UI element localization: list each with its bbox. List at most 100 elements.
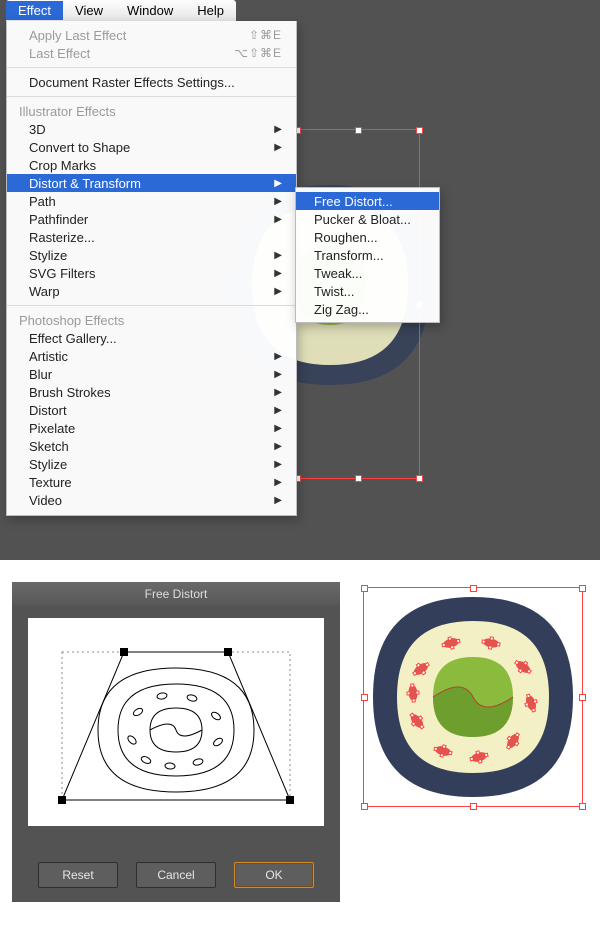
submenu-pucker-bloat[interactable]: Pucker & Bloat... [296, 210, 439, 228]
effect-menu: Apply Last Effect ⇧⌘E Last Effect ⌥⇧⌘E D… [6, 21, 297, 516]
submenu-free-distort[interactable]: Free Distort... [296, 192, 439, 210]
menu-brush-strokes[interactable]: Brush Strokes ▶ [7, 383, 296, 401]
menu-pathfinder[interactable]: Pathfinder ▶ [7, 210, 296, 228]
submenu-arrow-icon: ▶ [274, 268, 282, 279]
submenu-arrow-icon: ▶ [274, 459, 282, 470]
menu-pixelate[interactable]: Pixelate ▶ [7, 419, 296, 437]
menu-separator [7, 305, 296, 306]
menu-svg-filters[interactable]: SVG Filters ▶ [7, 264, 296, 282]
submenu-twist[interactable]: Twist... [296, 282, 439, 300]
menu-label: Pathfinder [29, 212, 88, 227]
menu-label: Sketch [29, 439, 69, 454]
menu-label: Zig Zag... [314, 302, 369, 317]
menu-video[interactable]: Video ▶ [7, 491, 296, 509]
menu-rasterize[interactable]: Rasterize... [7, 228, 296, 246]
menu-label: Effect Gallery... [29, 331, 117, 346]
menu-label: Last Effect [29, 46, 90, 61]
submenu-arrow-icon: ▶ [274, 477, 282, 488]
menu-section-photoshop: Photoshop Effects [7, 311, 296, 329]
menu-label: Video [29, 493, 62, 508]
menubar-item-window[interactable]: Window [115, 1, 185, 20]
submenu-transform[interactable]: Transform... [296, 246, 439, 264]
menu-distort[interactable]: Distort ▶ [7, 401, 296, 419]
menubar-item-effect[interactable]: Effect [6, 1, 63, 20]
submenu-arrow-icon: ▶ [274, 214, 282, 225]
menu-artistic[interactable]: Artistic ▶ [7, 347, 296, 365]
menubar-item-view[interactable]: View [63, 1, 115, 20]
menubar: Effect View Window Help [6, 0, 236, 21]
submenu-arrow-icon: ▶ [274, 405, 282, 416]
menu-doc-raster-settings[interactable]: Document Raster Effects Settings... [7, 73, 296, 91]
menu-label: Tweak... [314, 266, 362, 281]
menu-label: Blur [29, 367, 52, 382]
submenu-zigzag[interactable]: Zig Zag... [296, 300, 439, 318]
submenu-arrow-icon: ▶ [274, 387, 282, 398]
menu-convert-to-shape[interactable]: Convert to Shape ▶ [7, 138, 296, 156]
menu-3d[interactable]: 3D ▶ [7, 120, 296, 138]
dialog-title: Free Distort [12, 582, 340, 606]
free-distort-dialog: Free Distort [12, 582, 340, 902]
menu-distort-transform[interactable]: Distort & Transform ▶ [7, 174, 296, 192]
menu-texture[interactable]: Texture ▶ [7, 473, 296, 491]
menu-label: Artistic [29, 349, 68, 364]
distort-transform-submenu: Free Distort... Pucker & Bloat... Roughe… [295, 187, 440, 323]
shortcut: ⌥⇧⌘E [234, 46, 282, 60]
submenu-arrow-icon: ▶ [274, 286, 282, 297]
menu-label: Free Distort... [314, 194, 393, 209]
menubar-item-help[interactable]: Help [185, 1, 236, 20]
menu-label: Convert to Shape [29, 140, 130, 155]
menu-label: 3D [29, 122, 46, 137]
submenu-tweak[interactable]: Tweak... [296, 264, 439, 282]
menu-last-effect[interactable]: Last Effect ⌥⇧⌘E [7, 44, 296, 62]
shortcut: ⇧⌘E [249, 28, 282, 42]
menu-sketch[interactable]: Sketch ▶ [7, 437, 296, 455]
menu-label: Rasterize... [29, 230, 95, 245]
menu-apply-last-effect[interactable]: Apply Last Effect ⇧⌘E [7, 26, 296, 44]
menu-label: Warp [29, 284, 60, 299]
menu-label: Brush Strokes [29, 385, 111, 400]
menu-path[interactable]: Path ▶ [7, 192, 296, 210]
menu-blur[interactable]: Blur ▶ [7, 365, 296, 383]
menu-label: Path [29, 194, 56, 209]
menu-label: Distort & Transform [29, 176, 141, 191]
menu-label: SVG Filters [29, 266, 95, 281]
submenu-arrow-icon: ▶ [274, 178, 282, 189]
submenu-arrow-icon: ▶ [274, 351, 282, 362]
menu-label: Pixelate [29, 421, 75, 436]
submenu-arrow-icon: ▶ [274, 441, 282, 452]
submenu-arrow-icon: ▶ [274, 196, 282, 207]
menu-warp[interactable]: Warp ▶ [7, 282, 296, 300]
menu-label: Transform... [314, 248, 384, 263]
dialog-preview-canvas[interactable] [28, 618, 324, 826]
reset-button[interactable]: Reset [38, 862, 118, 888]
menu-label: Distort [29, 403, 67, 418]
menu-stylize-ps[interactable]: Stylize ▶ [7, 455, 296, 473]
ok-button[interactable]: OK [234, 862, 314, 888]
submenu-arrow-icon: ▶ [274, 250, 282, 261]
submenu-arrow-icon: ▶ [274, 124, 282, 135]
menu-label: Texture [29, 475, 72, 490]
menu-label: Apply Last Effect [29, 28, 126, 43]
menu-label: Pucker & Bloat... [314, 212, 411, 227]
canvas-dark-bg: Effect View Window Help Apply Last Effec… [0, 0, 600, 560]
submenu-arrow-icon: ▶ [274, 423, 282, 434]
dialog-buttons: Reset Cancel OK [12, 862, 340, 888]
menu-effect-gallery[interactable]: Effect Gallery... [7, 329, 296, 347]
menu-section-illustrator: Illustrator Effects [7, 102, 296, 120]
menu-stylize[interactable]: Stylize ▶ [7, 246, 296, 264]
menu-label: Stylize [29, 457, 67, 472]
menu-label: Document Raster Effects Settings... [29, 75, 235, 90]
menu-label: Crop Marks [29, 158, 96, 173]
submenu-arrow-icon: ▶ [274, 142, 282, 153]
submenu-roughen[interactable]: Roughen... [296, 228, 439, 246]
menu-crop-marks[interactable]: Crop Marks [7, 156, 296, 174]
artwork-colored [358, 582, 588, 812]
menu-label: Stylize [29, 248, 67, 263]
menu-label: Roughen... [314, 230, 378, 245]
submenu-arrow-icon: ▶ [274, 369, 282, 380]
menu-label: Twist... [314, 284, 354, 299]
menu-separator [7, 67, 296, 68]
submenu-arrow-icon: ▶ [274, 495, 282, 506]
menu-separator [7, 96, 296, 97]
cancel-button[interactable]: Cancel [136, 862, 216, 888]
